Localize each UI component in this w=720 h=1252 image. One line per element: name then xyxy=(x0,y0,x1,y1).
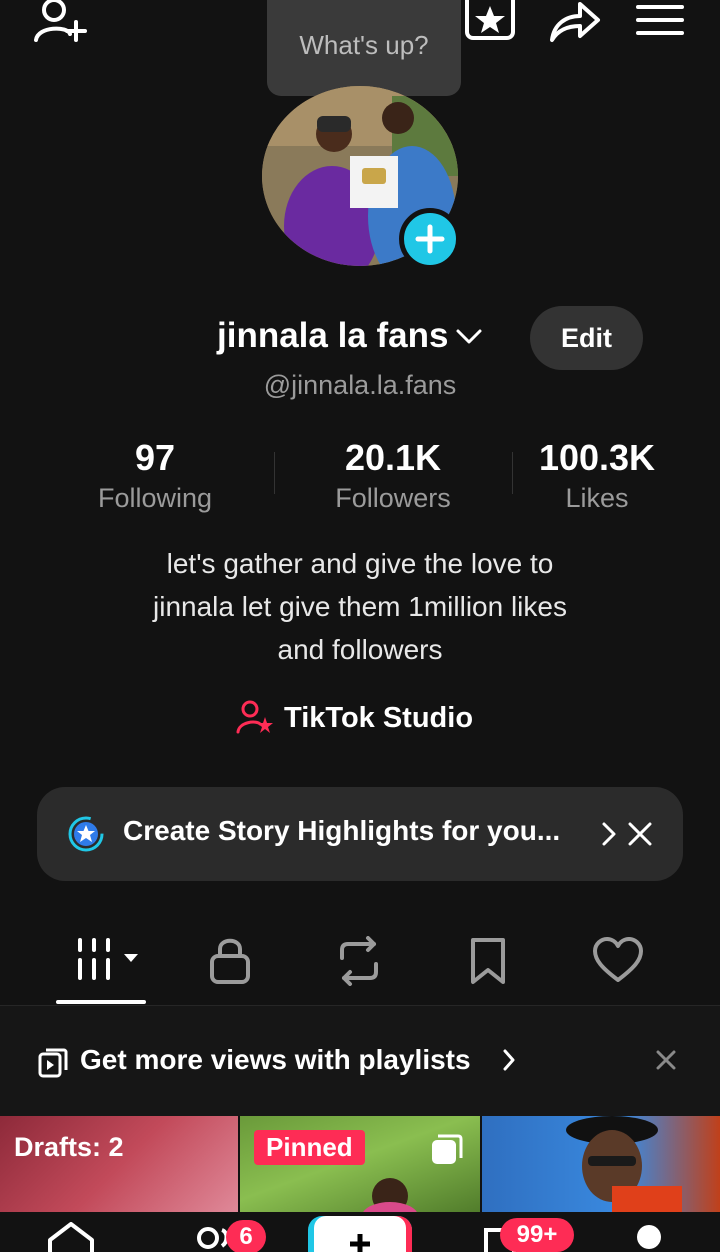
lock-icon[interactable] xyxy=(208,936,252,986)
stat-label: Following xyxy=(97,483,213,513)
drafts-label: Drafts: 2 xyxy=(14,1132,124,1162)
bottom-navigation: 6 99+ xyxy=(0,1212,720,1252)
highlight-star-icon xyxy=(67,815,105,853)
highlights-text: Create Story Highlights for you... xyxy=(123,815,561,846)
studio-label: TikTok Studio xyxy=(284,701,474,734)
playlist-banner[interactable]: Get more views with playlists xyxy=(0,1006,720,1116)
close-icon[interactable] xyxy=(627,821,653,847)
chevron-down-icon xyxy=(454,325,484,347)
stat-label: Followers xyxy=(335,483,451,513)
stat-following[interactable]: 97 Following xyxy=(80,436,230,516)
profile-icon[interactable] xyxy=(636,1224,662,1250)
profile-name: jinnala la fans xyxy=(217,316,449,355)
inbox-badge: 99+ xyxy=(500,1218,574,1252)
active-tab-indicator xyxy=(56,1000,146,1004)
close-icon[interactable] xyxy=(656,1050,676,1070)
chevron-right-icon[interactable] xyxy=(601,821,617,847)
add-story-icon[interactable] xyxy=(399,208,461,270)
create-icon[interactable] xyxy=(308,1216,412,1252)
bio-line: jinnala let give them 1million likes xyxy=(153,591,567,622)
profile-name-switcher[interactable]: jinnala la fans xyxy=(217,316,484,356)
stat-value: 20.1K xyxy=(344,437,442,478)
grid-icon[interactable] xyxy=(76,936,144,984)
favorites-star-icon[interactable] xyxy=(464,0,516,42)
video-tile[interactable] xyxy=(482,1116,720,1216)
bookmark-icon[interactable] xyxy=(468,936,508,986)
stat-followers[interactable]: 20.1K Followers xyxy=(310,436,476,516)
whats-up-tooltip[interactable]: What's up? xyxy=(267,0,461,106)
studio-icon xyxy=(236,700,274,736)
friends-badge: 6 xyxy=(226,1220,266,1252)
tooltip-text: What's up? xyxy=(299,29,429,60)
menu-icon[interactable] xyxy=(636,4,684,38)
stat-divider xyxy=(512,452,513,494)
share-icon[interactable] xyxy=(546,0,602,44)
stat-value: 100.3K xyxy=(538,437,656,478)
playlist-icon xyxy=(38,1048,68,1078)
heart-icon[interactable] xyxy=(592,936,644,984)
repost-icon[interactable] xyxy=(334,936,384,986)
bio-line: let's gather and give the love to xyxy=(166,548,554,579)
edit-label: Edit xyxy=(561,322,612,353)
pinned-video-tile[interactable]: Pinned xyxy=(240,1116,480,1216)
tiktok-studio-link[interactable]: TikTok Studio xyxy=(236,700,473,736)
stat-likes[interactable]: 100.3K Likes xyxy=(520,436,674,516)
profile-tabs xyxy=(0,920,720,1006)
playlist-text: Get more views with playlists xyxy=(80,1044,471,1075)
stat-value: 97 xyxy=(134,437,176,478)
edit-profile-button[interactable]: Edit xyxy=(530,306,643,370)
profile-handle: @jinnala.la.fans xyxy=(263,370,457,400)
chevron-right-icon xyxy=(502,1048,516,1072)
profile-bio: let's gather and give the love to jinnal… xyxy=(60,542,660,671)
stat-divider xyxy=(274,452,275,494)
carousel-icon xyxy=(430,1132,464,1166)
add-friend-icon[interactable] xyxy=(32,0,90,44)
stat-label: Likes xyxy=(565,483,629,513)
pinned-badge: Pinned xyxy=(254,1130,365,1165)
bio-line: and followers xyxy=(277,634,443,665)
drafts-tile[interactable]: Drafts: 2 xyxy=(0,1116,238,1216)
story-highlights-banner[interactable]: Create Story Highlights for you... xyxy=(37,787,683,881)
home-icon[interactable] xyxy=(46,1222,96,1252)
